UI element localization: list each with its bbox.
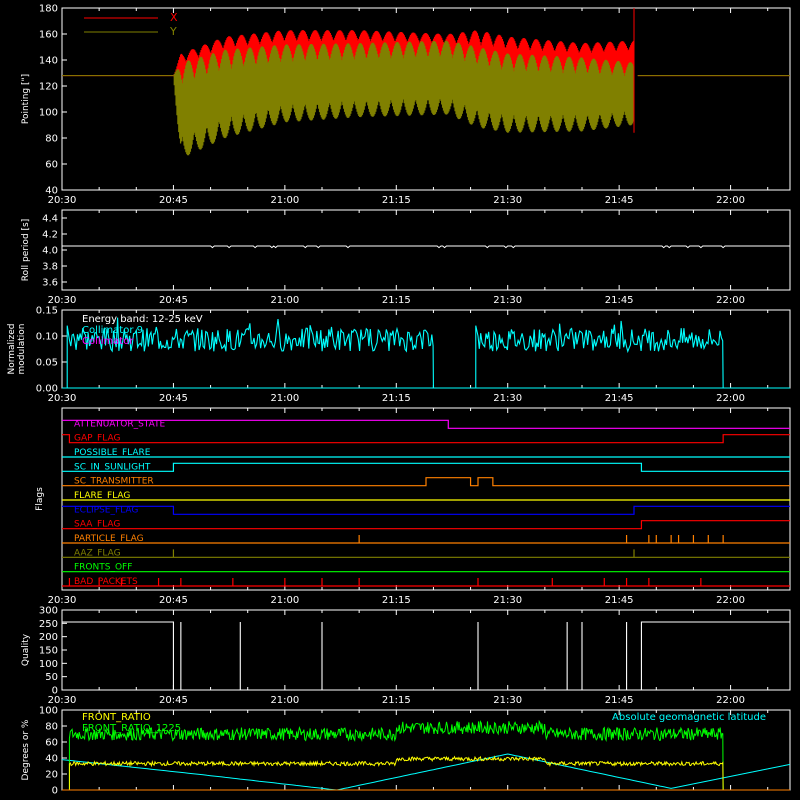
y-tick-label: 0.00 — [36, 384, 58, 395]
y-tick-label: 140 — [39, 56, 58, 67]
x-tick-label: 21:15 — [382, 195, 411, 206]
x-tick-label: 20:30 — [48, 195, 77, 206]
x-tick-label: 21:30 — [493, 393, 522, 404]
x-tick-label: 22:00 — [716, 195, 745, 206]
y-axis-label: Normalized — [7, 323, 17, 374]
y-axis-label: Flags — [35, 487, 45, 511]
y-tick-label: 120 — [39, 82, 58, 93]
x-tick-label: 20:45 — [159, 695, 188, 706]
x-tick-label: 20:45 — [159, 195, 188, 206]
y-tick-label: 0 — [52, 786, 58, 797]
x-tick-label: 21:00 — [270, 393, 299, 404]
x-tick-label: 22:00 — [716, 393, 745, 404]
y-tick-label: 60 — [45, 738, 58, 749]
y-tick-label: 0.10 — [36, 332, 58, 343]
legend-label: X — [170, 11, 178, 24]
y-tick-label: 100 — [39, 706, 58, 717]
x-tick-label: 21:45 — [605, 393, 634, 404]
x-tick-label: 20:45 — [159, 595, 188, 606]
y-tick-label: 0 — [52, 686, 58, 697]
x-tick-label: 20:30 — [48, 295, 77, 306]
x-tick-label: 21:15 — [382, 595, 411, 606]
y-tick-label: 160 — [39, 30, 58, 41]
y-tick-label: 0.05 — [36, 358, 58, 369]
x-tick-label: 22:00 — [716, 295, 745, 306]
y-tick-label: 60 — [45, 160, 58, 171]
y-tick-label: 20 — [45, 770, 58, 781]
x-tick-label: 20:45 — [159, 295, 188, 306]
y-tick-label: 180 — [39, 4, 58, 15]
y-tick-label: 100 — [39, 659, 58, 670]
x-tick-label: 21:30 — [493, 695, 522, 706]
ratio-annotation: FRONT_RATIO — [82, 712, 151, 723]
x-tick-label: 20:30 — [48, 695, 77, 706]
x-tick-label: 20:30 — [48, 595, 77, 606]
x-tick-label: 21:15 — [382, 695, 411, 706]
x-tick-label: 21:30 — [493, 195, 522, 206]
y-axis-label: Degrees or % — [21, 719, 31, 780]
y-tick-label: 3.8 — [42, 262, 58, 273]
x-tick-label: 21:30 — [493, 595, 522, 606]
y-tick-label: 50 — [45, 672, 58, 683]
y-axis-label: modulation — [17, 324, 27, 375]
y-tick-label: 40 — [45, 186, 58, 197]
x-tick-label: 21:00 — [270, 295, 299, 306]
y-tick-label: 300 — [39, 606, 58, 617]
x-tick-label: 21:45 — [605, 695, 634, 706]
y-axis-label: Roll period [s] — [21, 219, 31, 281]
y-tick-label: 100 — [39, 108, 58, 119]
x-tick-label: 21:45 — [605, 595, 634, 606]
x-tick-label: 20:30 — [48, 393, 77, 404]
x-tick-label: 21:00 — [270, 195, 299, 206]
y-tick-label: 80 — [45, 722, 58, 733]
y-tick-label: 4.2 — [42, 230, 58, 241]
y-tick-label: 200 — [39, 632, 58, 643]
y-tick-label: 0.15 — [36, 306, 58, 317]
x-tick-label: 22:00 — [716, 595, 745, 606]
y-tick-label: 4.0 — [42, 246, 58, 257]
x-tick-label: 21:15 — [382, 393, 411, 404]
ratio-annotation: Absolute geomagnetic latitude — [612, 712, 766, 723]
y-tick-label: 40 — [45, 754, 58, 765]
x-tick-label: 21:30 — [493, 295, 522, 306]
y-tick-label: 150 — [39, 646, 58, 657]
x-tick-label: 21:00 — [270, 595, 299, 606]
modulation-annotation: Energy band: 12-25 keV — [82, 314, 203, 325]
legend-label: Y — [169, 25, 177, 38]
ratio-annotation: FRONT_RATIO_1225 — [82, 723, 181, 734]
modulation-annotation: Collimator 9 — [82, 325, 143, 336]
y-tick-label: 80 — [45, 134, 58, 145]
x-tick-label: 21:45 — [605, 295, 634, 306]
x-tick-label: 21:15 — [382, 295, 411, 306]
x-tick-label: 20:45 — [159, 393, 188, 404]
y-tick-label: 4.4 — [42, 214, 58, 225]
y-axis-label: Pointing ["] — [21, 74, 31, 124]
y-tick-label: 3.6 — [42, 278, 58, 289]
x-tick-label: 21:00 — [270, 695, 299, 706]
modulation-annotation: Collimator — [82, 336, 134, 347]
x-tick-label: 21:45 — [605, 195, 634, 206]
x-tick-label: 22:00 — [716, 695, 745, 706]
y-tick-label: 250 — [39, 619, 58, 630]
y-axis-label: Quality — [21, 633, 31, 666]
rhessi-summary-figure: 20:30 20:45 21:00 21:15 21:30 21:45 22:00 Point… — [0, 0, 800, 800]
